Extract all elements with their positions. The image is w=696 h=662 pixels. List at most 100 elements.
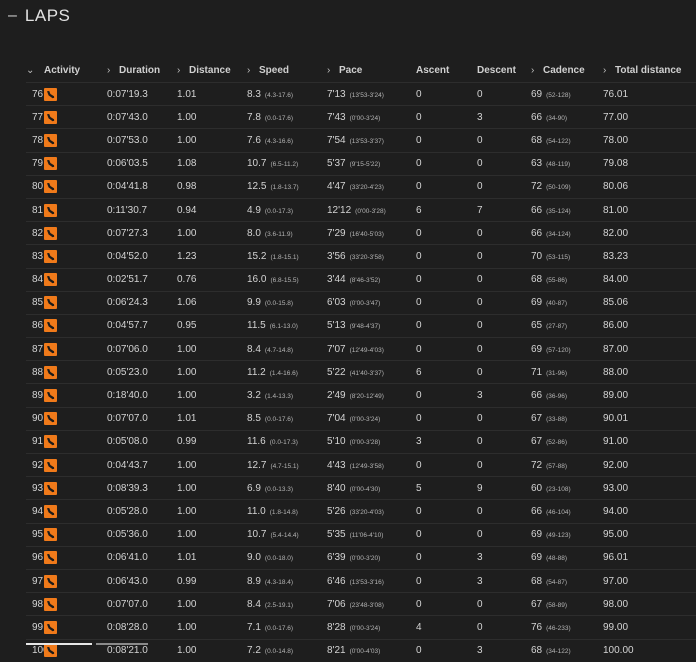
pace-range: (0'00-3'28) [349, 439, 381, 447]
table-row[interactable]: 97 0:06'43.0 0.99 8.9 (4.3-18.4) 6'46 (13'53-3… [26, 568, 696, 593]
chevron-right-icon[interactable]: › [603, 65, 615, 76]
speed-cell: 8.0 (3.6-11.9) [247, 221, 327, 245]
table-row[interactable]: 86 0:04'57.7 0.95 11.5 (6.1-13.0) 5'13 (9'48-4… [26, 313, 696, 338]
chevron-right-icon[interactable]: › [247, 65, 259, 76]
running-shoe-icon[interactable] [44, 226, 57, 240]
column-header-total-distance[interactable]: › Total distance [603, 58, 696, 83]
duration-cell: 0:11'30.7 [107, 197, 177, 222]
speed-value: 12.5 [247, 181, 267, 193]
chevron-right-icon[interactable]: › [177, 65, 189, 76]
running-shoe-icon[interactable] [44, 319, 57, 333]
running-shoe-icon[interactable] [44, 597, 57, 611]
running-shoe-icon[interactable] [44, 412, 57, 426]
duration-cell: 0:06'41.0 [107, 545, 177, 570]
chevron-down-icon[interactable]: ⌄ [26, 65, 38, 76]
sort-toggle[interactable]: ⌄ [26, 58, 44, 83]
running-shoe-icon[interactable] [44, 342, 57, 356]
running-shoe-icon[interactable] [44, 87, 57, 101]
pace-range: (16'40-5'03) [349, 230, 384, 238]
table-row[interactable]: 89 0:18'40.0 1.00 3.2 (1.4-13.3) 2'49 (8'20-12… [26, 383, 696, 408]
table-row[interactable]: 91 0:05'08.0 0.99 11.6 (0.0-17.3) 5'10 (0'00-3… [26, 429, 696, 454]
speed-range: (0.0-17.3) [269, 439, 298, 447]
running-shoe-icon[interactable] [44, 365, 57, 379]
running-shoe-icon[interactable] [44, 203, 57, 217]
running-shoe-icon[interactable] [44, 551, 57, 565]
speed-range: (4.7-14.8) [264, 346, 294, 354]
chevron-right-icon[interactable]: › [107, 65, 119, 76]
descent-cell: 0 [477, 128, 531, 153]
running-shoe-icon[interactable] [44, 133, 57, 147]
running-shoe-icon[interactable] [44, 528, 57, 542]
table-row[interactable]: 78 0:07'53.0 1.00 7.6 (4.3-16.6) 7'54 (13'53-3… [26, 128, 696, 153]
table-row[interactable]: 99 0:08'28.0 1.00 7.1 (0.0-17.6) 8'28 (0'00-3'… [26, 615, 696, 639]
pace-range: (13'53-3'37) [349, 137, 384, 145]
table-row[interactable]: 81 0:11'30.7 0.94 4.9 (0.0-17.3) 12'12 (0'00-3… [26, 197, 696, 222]
cadence-range: (57-120) [546, 346, 571, 354]
collapse-toggle-icon[interactable]: – [8, 7, 17, 25]
running-shoe-icon[interactable] [44, 481, 57, 495]
total-distance-cell: 78.00 [603, 128, 696, 153]
speed-value: 16.0 [247, 274, 267, 286]
pace-range: (23'48-3'08) [349, 601, 384, 609]
column-header-pace[interactable]: › Pace [327, 58, 416, 83]
column-header-ascent[interactable]: Ascent [416, 58, 477, 83]
lap-number: 79 [26, 151, 44, 176]
running-shoe-icon[interactable] [44, 435, 57, 449]
running-shoe-icon[interactable] [44, 180, 57, 194]
table-row[interactable]: 82 0:07'27.3 1.00 8.0 (3.6-11.9) 7'29 (16'40-5… [26, 221, 696, 245]
section-header[interactable]: – LAPS [8, 4, 70, 28]
table-row[interactable]: 80 0:04'41.8 0.98 12.5 (1.8-13.7) 4'47 (33'20-… [26, 174, 696, 199]
cadence-range: (48-88) [546, 555, 568, 563]
running-shoe-icon[interactable] [44, 574, 57, 588]
table-row[interactable]: 96 0:06'41.0 1.01 9.0 (0.0-18.0) 6'39 (0'00-3'… [26, 545, 696, 570]
running-shoe-icon[interactable] [44, 504, 57, 518]
running-shoe-icon[interactable] [44, 389, 57, 403]
total-distance-cell: 98.00 [603, 592, 696, 616]
table-row[interactable]: 88 0:05'23.0 1.00 11.2 (1.4-16.6) 5'22 (41'40-… [26, 360, 696, 384]
table-row[interactable]: 95 0:05'36.0 1.00 10.7 (5.4-14.4) 5'35 (11'06-… [26, 522, 696, 547]
chevron-right-icon[interactable]: › [531, 65, 543, 76]
lap-number: 92 [26, 452, 44, 477]
table-row[interactable]: 87 0:07'06.0 1.00 8.4 (4.7-14.8) 7'07 (12'49-4… [26, 337, 696, 361]
table-row[interactable]: 83 0:04'52.0 1.23 15.2 (1.8-15.1) 3'56 (33'20-… [26, 244, 696, 268]
table-row[interactable]: 93 0:08'39.3 1.00 6.9 (0.0-13.3) 8'40 (0'00-4'… [26, 476, 696, 500]
table-row[interactable]: 84 0:02'51.7 0.76 16.0 (6.8-15.5) 3'44 (8'46-3… [26, 267, 696, 292]
table-row[interactable]: 85 0:06'24.3 1.06 9.9 (0.0-15.8) 6'03 (0'00-3'… [26, 290, 696, 315]
cadence-value: 69 [531, 297, 543, 309]
distance-cell: 1.00 [177, 360, 247, 384]
activity-cell [44, 337, 107, 361]
table-row[interactable]: 98 0:07'07.0 1.00 8.4 (2.5-19.1) 7'06 (23'48-3… [26, 592, 696, 616]
column-header-speed[interactable]: › Speed [247, 58, 327, 83]
table-row[interactable]: 94 0:05'28.0 1.00 11.0 (1.8-14.8) 5'26 (33'20-… [26, 499, 696, 524]
running-shoe-icon[interactable] [44, 458, 57, 472]
table-row[interactable]: 77 0:07'43.0 1.00 7.8 (0.0-17.6) 7'43 (0'00-3'… [26, 105, 696, 129]
lap-number: 93 [26, 476, 44, 500]
speed-cell: 8.5 (0.0-17.6) [247, 406, 327, 431]
speed-cell: 11.5 (6.1-13.0) [247, 313, 327, 338]
running-shoe-icon[interactable] [44, 296, 57, 310]
table-row[interactable]: 90 0:07'07.0 1.01 8.5 (0.0-17.6) 7'04 (0'00-3'… [26, 406, 696, 431]
column-header-duration[interactable]: › Duration [107, 58, 177, 83]
table-row[interactable]: 79 0:06'03.5 1.08 10.7 (6.5-11.2) 5'37 (9'15-5… [26, 151, 696, 176]
table-row[interactable]: 76 0:07'19.3 1.01 8.3 (4.3-17.6) 7'13 (13'53-3… [26, 81, 696, 106]
column-header-descent[interactable]: Descent [477, 58, 531, 83]
table-row[interactable]: 92 0:04'43.7 1.00 12.7 (4.7-15.1) 4'43 (12'49-… [26, 452, 696, 477]
running-shoe-icon[interactable] [44, 110, 57, 124]
column-header-activity[interactable]: Activity [44, 58, 107, 83]
column-header-distance[interactable]: › Distance [177, 58, 247, 83]
speed-value: 10.7 [247, 529, 267, 541]
speed-cell: 16.0 (6.8-15.5) [247, 267, 327, 292]
running-shoe-icon[interactable] [44, 249, 57, 263]
total-distance-cell: 84.00 [603, 267, 696, 292]
cadence-value: 67 [531, 598, 543, 610]
cadence-range: (34-90) [546, 114, 568, 122]
distance-cell: 1.23 [177, 244, 247, 268]
activity-cell [44, 105, 107, 129]
running-shoe-icon[interactable] [44, 620, 57, 634]
cadence-range: (27-87) [546, 323, 568, 331]
cadence-range: (35-124) [546, 207, 571, 215]
running-shoe-icon[interactable] [44, 273, 57, 287]
column-header-cadence[interactable]: › Cadence [531, 58, 603, 83]
chevron-right-icon[interactable]: › [327, 65, 339, 76]
running-shoe-icon[interactable] [44, 157, 57, 171]
